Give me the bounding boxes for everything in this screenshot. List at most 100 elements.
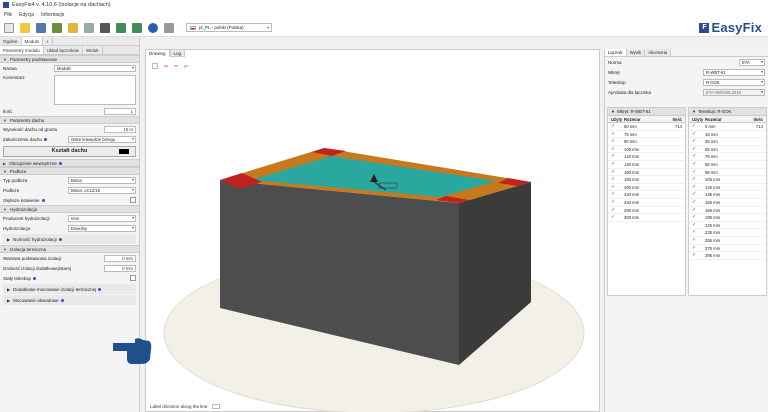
used-checkbox[interactable]: ✓ — [689, 184, 705, 191]
paste-icon[interactable] — [68, 22, 78, 33]
info-dot-icon[interactable] — [58, 237, 62, 241]
count-input[interactable]: 1 — [104, 107, 136, 115]
used-checkbox[interactable]: ✓ — [689, 191, 705, 198]
used-checkbox[interactable]: ✓ — [689, 222, 705, 229]
used-checkbox[interactable]: ✓ — [608, 199, 624, 206]
tab-module1[interactable]: Moduł1 — [21, 37, 44, 45]
used-checkbox[interactable]: ✓ — [608, 191, 624, 198]
language-select[interactable]: pl_PL - polski (Polska) ▾ — [186, 23, 272, 32]
tab-module-params[interactable]: Parametry modułu — [0, 46, 44, 54]
used-checkbox[interactable]: ✓ — [689, 207, 705, 214]
used-checkbox[interactable]: ✓ — [689, 214, 705, 221]
section-wind[interactable]: ▶ Obciążenie wewnętrzne — [0, 159, 139, 167]
import-icon[interactable] — [116, 22, 126, 33]
table-row[interactable]: ✓ 165 mm — [689, 207, 766, 215]
hydro-strength-row[interactable]: ▶ Nośność hydroizolacji — [3, 234, 136, 244]
table-row[interactable]: ✓ 65 mm — [689, 146, 766, 154]
used-checkbox[interactable]: ✓ — [608, 123, 624, 130]
menu-edit[interactable]: Edycja — [19, 12, 34, 18]
settings-icon[interactable] — [164, 22, 174, 33]
table-row[interactable]: ✓ 180 mm — [608, 176, 685, 184]
anchor-depth-checkbox[interactable] — [130, 197, 136, 203]
table-row[interactable]: ✓ 90 mm — [608, 138, 685, 146]
section-roof[interactable]: ▼ Parametry dachu — [0, 116, 139, 124]
info-dot-icon[interactable] — [41, 198, 45, 202]
table-row[interactable]: ✓ 185 mm — [689, 214, 766, 222]
print-icon[interactable] — [100, 22, 110, 33]
info-dot-icon[interactable] — [60, 298, 64, 302]
tab-general[interactable]: Ogólne — [0, 37, 22, 45]
tab-log[interactable]: Log — [169, 49, 186, 57]
table-row[interactable]: ✓ 300 mm — [608, 214, 685, 222]
extra-fix-row[interactable]: ▶ Dodatkowe mocowanie izolacji termiczne… — [3, 284, 136, 294]
menu-file[interactable]: Plik — [4, 12, 12, 18]
used-checkbox[interactable]: ✓ — [608, 214, 624, 221]
fixed-tele-checkbox[interactable] — [130, 275, 136, 281]
used-checkbox[interactable]: ✓ — [608, 169, 624, 176]
substrate-select[interactable]: Beton, ≥C12/15 — [68, 186, 136, 194]
table-row[interactable]: ✓ 155 mm — [689, 199, 766, 207]
anchor-select[interactable]: R-WBT-61 — [703, 68, 765, 76]
tab-fastener[interactable]: Łącznik — [605, 49, 627, 56]
view-reset-button[interactable] — [152, 63, 158, 69]
section-thermal[interactable]: ▼ Izolacja termiczna — [0, 245, 139, 253]
thermal-extra-input[interactable]: 0 mm — [104, 264, 136, 272]
hydro-select[interactable]: Dowolny — [68, 224, 136, 232]
roof-height-input[interactable]: 10 m — [104, 125, 136, 133]
table-row[interactable]: ✓ 240 mm — [608, 199, 685, 207]
view-xy-button[interactable]: xy — [164, 63, 168, 69]
save-icon[interactable] — [36, 22, 46, 33]
table-row[interactable]: ✓ 100 mm — [608, 146, 685, 154]
table-row[interactable]: ✓ 275 mm — [689, 245, 766, 253]
info-dot-icon[interactable] — [33, 276, 37, 280]
used-checkbox[interactable]: ✓ — [689, 237, 705, 244]
perimeter-row[interactable]: ▶ Mocowanie obwodowe — [3, 295, 136, 305]
used-checkbox[interactable]: ✓ — [689, 131, 705, 138]
section-substrate[interactable]: ▼ Podłoże — [0, 167, 139, 175]
used-checkbox[interactable]: ✓ — [689, 161, 705, 168]
export-icon[interactable] — [52, 22, 62, 33]
used-checkbox[interactable]: ✓ — [608, 138, 624, 145]
comment-textarea[interactable] — [54, 75, 136, 105]
tele-select[interactable]: R-GOK — [703, 78, 765, 86]
table-row[interactable]: ✓ 200 mm — [608, 184, 685, 192]
table-row[interactable]: ✓ 15 mm — [689, 131, 766, 139]
info-dot-icon[interactable] — [98, 287, 102, 291]
open-folder-icon[interactable] — [20, 22, 30, 33]
used-checkbox[interactable]: ✓ — [689, 153, 705, 160]
used-checkbox[interactable]: ✓ — [608, 153, 624, 160]
label-direction-toggle[interactable] — [211, 404, 220, 409]
table-row[interactable]: ✓ 0 mm 714 — [689, 123, 766, 131]
edge-select[interactable]: Ostre krawędzie brzegu — [68, 135, 136, 143]
name-input[interactable]: Moduł0 — [54, 64, 136, 72]
used-checkbox[interactable]: ✓ — [608, 146, 624, 153]
used-checkbox[interactable]: ✓ — [689, 146, 705, 153]
table-row[interactable]: ✓ 140 mm — [608, 161, 685, 169]
used-checkbox[interactable]: ✓ — [689, 229, 705, 236]
new-file-icon[interactable] — [4, 22, 14, 33]
used-checkbox[interactable]: ✓ — [689, 245, 705, 252]
tab-accessories[interactable]: Akcesoria — [645, 49, 672, 56]
table-row[interactable]: ✓ 35 mm — [689, 138, 766, 146]
section-hydro[interactable]: ▼ Hydroizolacja — [0, 205, 139, 213]
table-row[interactable]: ✓ 125 mm — [689, 184, 766, 192]
table-row[interactable]: ✓ 220 mm — [608, 191, 685, 199]
tab-drawing[interactable]: Drawing — [145, 49, 170, 57]
used-checkbox[interactable]: ✓ — [689, 199, 705, 206]
table-row[interactable]: ✓ 85 mm — [689, 161, 766, 169]
used-checkbox[interactable]: ✓ — [608, 161, 624, 168]
used-checkbox[interactable]: ✓ — [608, 184, 624, 191]
table-row[interactable]: ✓ 260 mm — [608, 207, 685, 215]
tab-result[interactable]: Wynik — [626, 49, 646, 56]
info-dot-icon[interactable] — [44, 137, 48, 141]
table-row[interactable]: ✓ 105 mm — [689, 176, 766, 184]
used-checkbox[interactable]: ✓ — [689, 252, 705, 259]
used-checkbox[interactable]: ✓ — [689, 138, 705, 145]
hydro-producer-select[interactable]: Inne — [68, 214, 136, 222]
used-checkbox[interactable]: ✓ — [608, 176, 624, 183]
export-data-icon[interactable] — [132, 22, 142, 33]
color-swatch[interactable] — [119, 149, 129, 154]
norm-select[interactable]: ETA — [739, 58, 765, 66]
roof-shape-button[interactable]: Kształt dachu — [3, 146, 136, 157]
table-row[interactable]: ✓ 75 mm — [608, 131, 685, 139]
